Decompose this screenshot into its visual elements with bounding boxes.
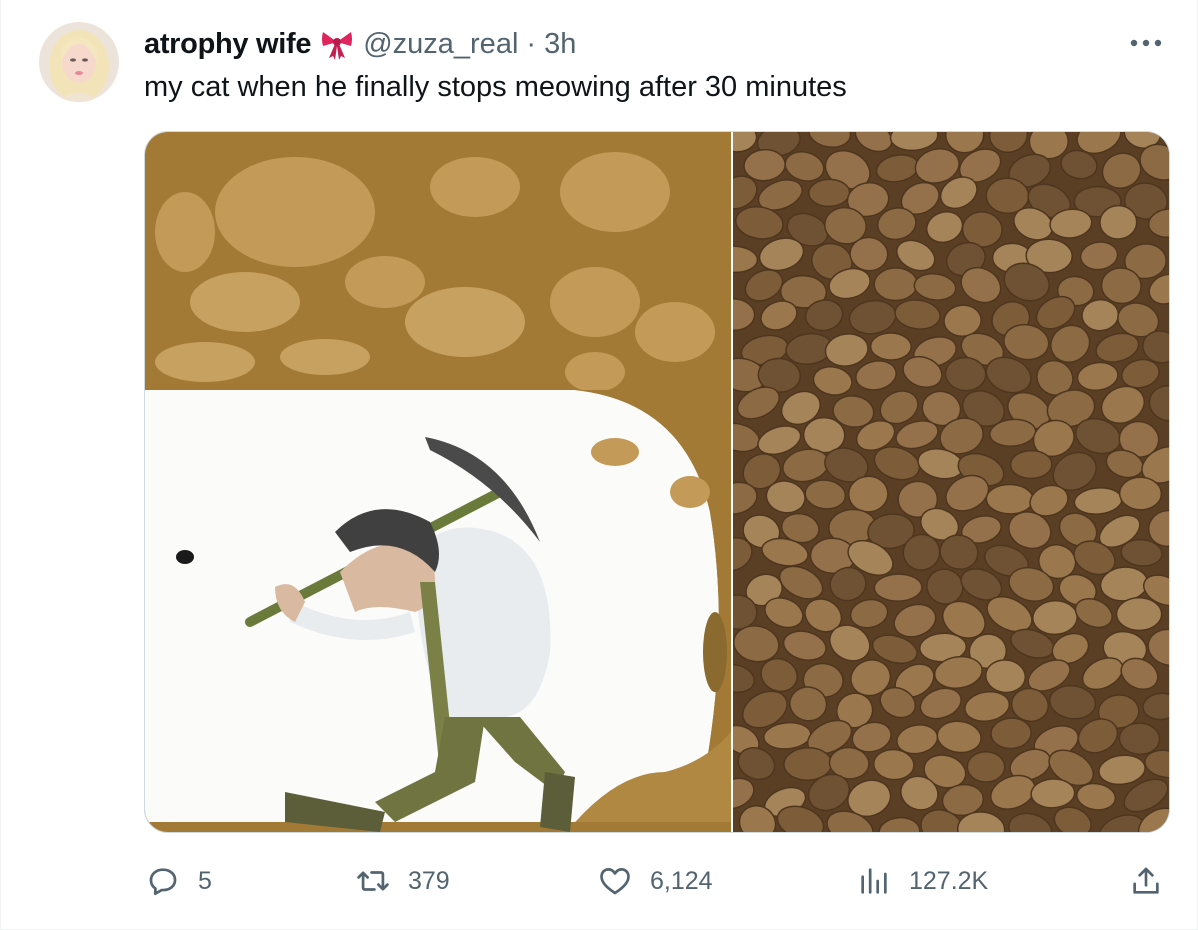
kibble-piece (873, 267, 918, 302)
user-handle[interactable]: @zuza_real (363, 28, 518, 61)
share-icon (1133, 867, 1159, 894)
share-button[interactable] (1129, 858, 1163, 904)
ribbon-bow-icon (320, 27, 354, 61)
tweet-header: atrophy wife @zuza_real · 3h (144, 24, 576, 64)
action-bar: 5 379 6,124 127.2K (1, 858, 1198, 904)
timestamp[interactable]: 3h (544, 28, 576, 61)
separator-dot: · (526, 27, 537, 60)
kibble-piece (808, 178, 851, 208)
views-chart-icon (861, 868, 887, 894)
kibble-piece (1032, 600, 1078, 636)
like-count: 6,124 (650, 866, 713, 895)
reply-icon (149, 868, 177, 896)
tweet-media[interactable] (144, 131, 1170, 833)
display-name[interactable]: atrophy wife (144, 28, 312, 61)
like-button[interactable]: 6,124 (598, 858, 713, 904)
kibble-piece (985, 483, 1035, 515)
retweet-count: 379 (408, 866, 450, 895)
kibble-piece (1118, 476, 1163, 511)
retweet-button[interactable]: 379 (356, 858, 450, 904)
avatar[interactable] (39, 22, 119, 102)
reply-count: 5 (198, 866, 212, 895)
tweet-text: my cat when he finally stops meowing aft… (144, 71, 847, 103)
retweet-icon (357, 871, 389, 891)
heart-icon (600, 868, 630, 895)
kibble-piece (873, 573, 923, 602)
media-image-cartoon[interactable] (145, 132, 731, 832)
kibble-piece (966, 750, 1006, 783)
kibble-piece (1009, 449, 1053, 480)
more-options-icon[interactable] (1129, 36, 1163, 48)
views-button[interactable]: 127.2K (857, 858, 988, 904)
view-count: 127.2K (909, 866, 989, 895)
media-image-kibble[interactable] (733, 132, 1169, 832)
kibble-piece (869, 332, 912, 361)
kibble-piece (1115, 597, 1163, 632)
tweet-card: atrophy wife @zuza_real · 3h my cat when… (0, 0, 1198, 930)
reply-button[interactable]: 5 (146, 858, 212, 904)
